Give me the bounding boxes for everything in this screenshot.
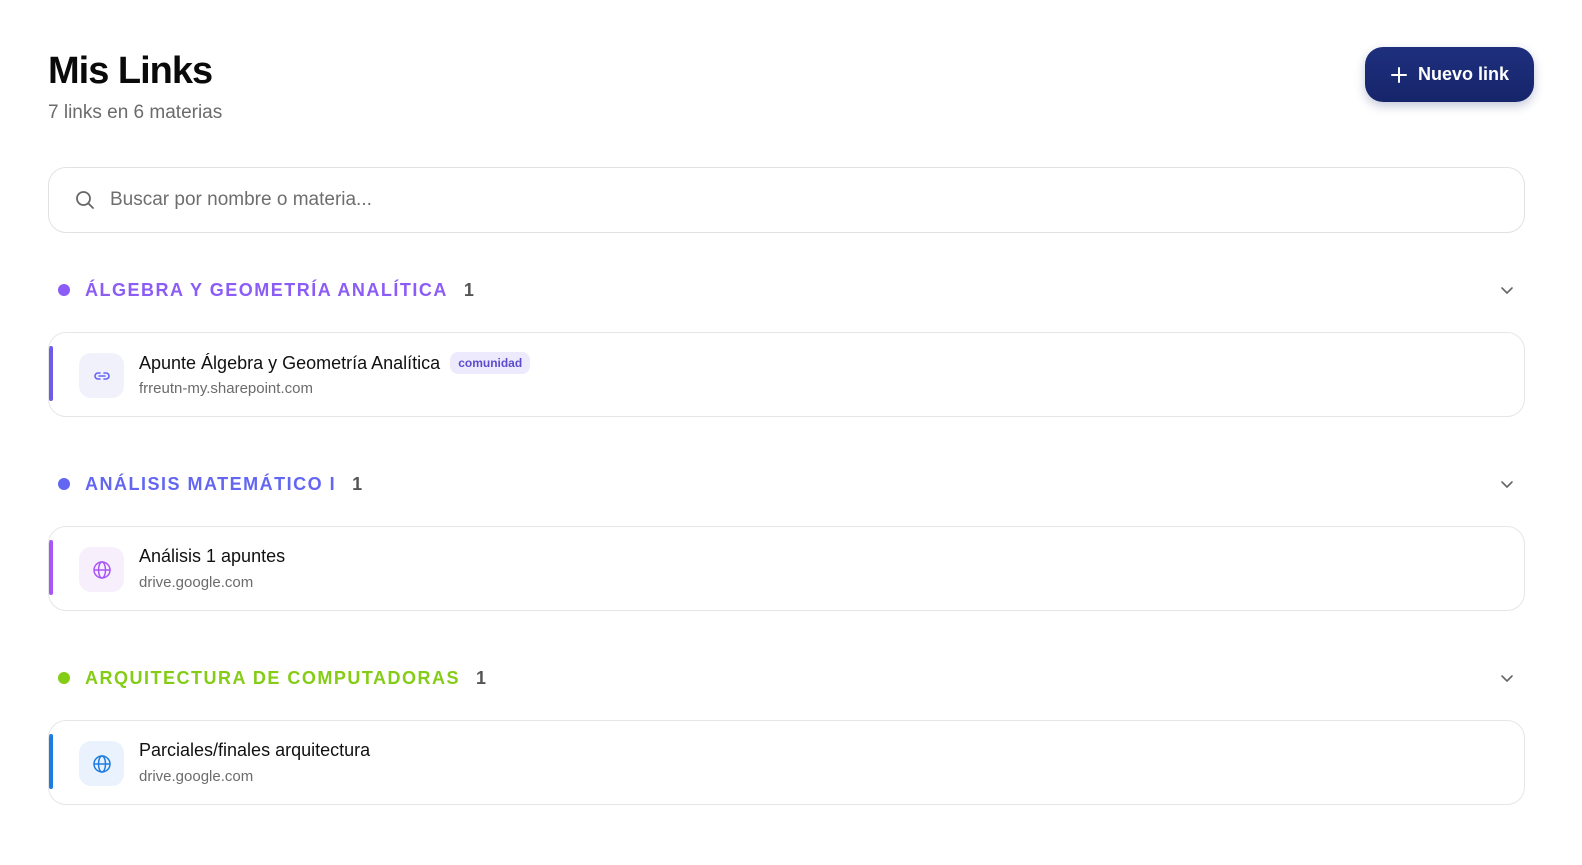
- link-title[interactable]: Apunte Álgebra y Geometría Analítica: [139, 353, 440, 374]
- link-title-row: Análisis 1 apuntes: [139, 546, 285, 567]
- link-icon: [79, 353, 124, 398]
- page-subtitle: 7 links en 6 materias: [48, 102, 223, 123]
- link-domain: drive.google.com: [139, 768, 254, 785]
- link-title[interactable]: Parciales/finales arquitectura: [139, 740, 370, 761]
- search-box[interactable]: [48, 167, 1525, 233]
- new-link-button[interactable]: Nuevo link: [1365, 47, 1534, 102]
- globe-icon: [79, 547, 124, 592]
- group-dot: [58, 284, 70, 296]
- link-title-row: Parciales/finales arquitectura: [139, 740, 370, 761]
- plus-icon: [1390, 66, 1408, 84]
- accent-bar: [49, 734, 53, 789]
- link-domain: frreutn-my.sharepoint.com: [139, 380, 313, 397]
- group-name: ÁLGEBRA Y GEOMETRÍA ANALÍTICA: [85, 279, 448, 300]
- chevron-down-icon[interactable]: [1499, 670, 1515, 686]
- community-badge: comunidad: [450, 352, 531, 374]
- link-title[interactable]: Análisis 1 apuntes: [139, 546, 285, 567]
- group-count: 1: [352, 473, 363, 494]
- chevron-down-icon[interactable]: [1499, 282, 1515, 298]
- group-name: ANÁLISIS MATEMÁTICO I: [85, 473, 337, 494]
- search-icon: [74, 189, 96, 211]
- link-card[interactable]: Análisis 1 apuntes drive.google.com: [48, 526, 1525, 611]
- group-count: 1: [463, 279, 474, 300]
- accent-bar: [49, 540, 53, 595]
- link-domain: drive.google.com: [139, 574, 254, 591]
- globe-icon: [79, 741, 124, 786]
- group-header-arquitectura[interactable]: ARQUITECTURA DE COMPUTADORAS 1: [48, 663, 1525, 693]
- link-title-row: Apunte Álgebra y Geometría Analítica com…: [139, 352, 531, 374]
- link-card[interactable]: Apunte Álgebra y Geometría Analítica com…: [48, 332, 1525, 417]
- group-count: 1: [476, 667, 487, 688]
- header: Mis Links 7 links en 6 materias Nuevo li…: [48, 0, 1534, 140]
- accent-bar: [49, 346, 53, 401]
- link-card[interactable]: Parciales/finales arquitectura drive.goo…: [48, 720, 1525, 805]
- group-name: ARQUITECTURA DE COMPUTADORAS: [85, 667, 460, 688]
- group-header-algebra[interactable]: ÁLGEBRA Y GEOMETRÍA ANALÍTICA 1: [48, 275, 1525, 305]
- search-input[interactable]: [110, 180, 1524, 220]
- group-dot: [58, 672, 70, 684]
- new-link-button-label: Nuevo link: [1417, 64, 1510, 84]
- group-header-analisis[interactable]: ANÁLISIS MATEMÁTICO I 1: [48, 469, 1525, 499]
- group-dot: [58, 478, 70, 490]
- page-title: Mis Links: [48, 50, 213, 92]
- chevron-down-icon[interactable]: [1499, 476, 1515, 492]
